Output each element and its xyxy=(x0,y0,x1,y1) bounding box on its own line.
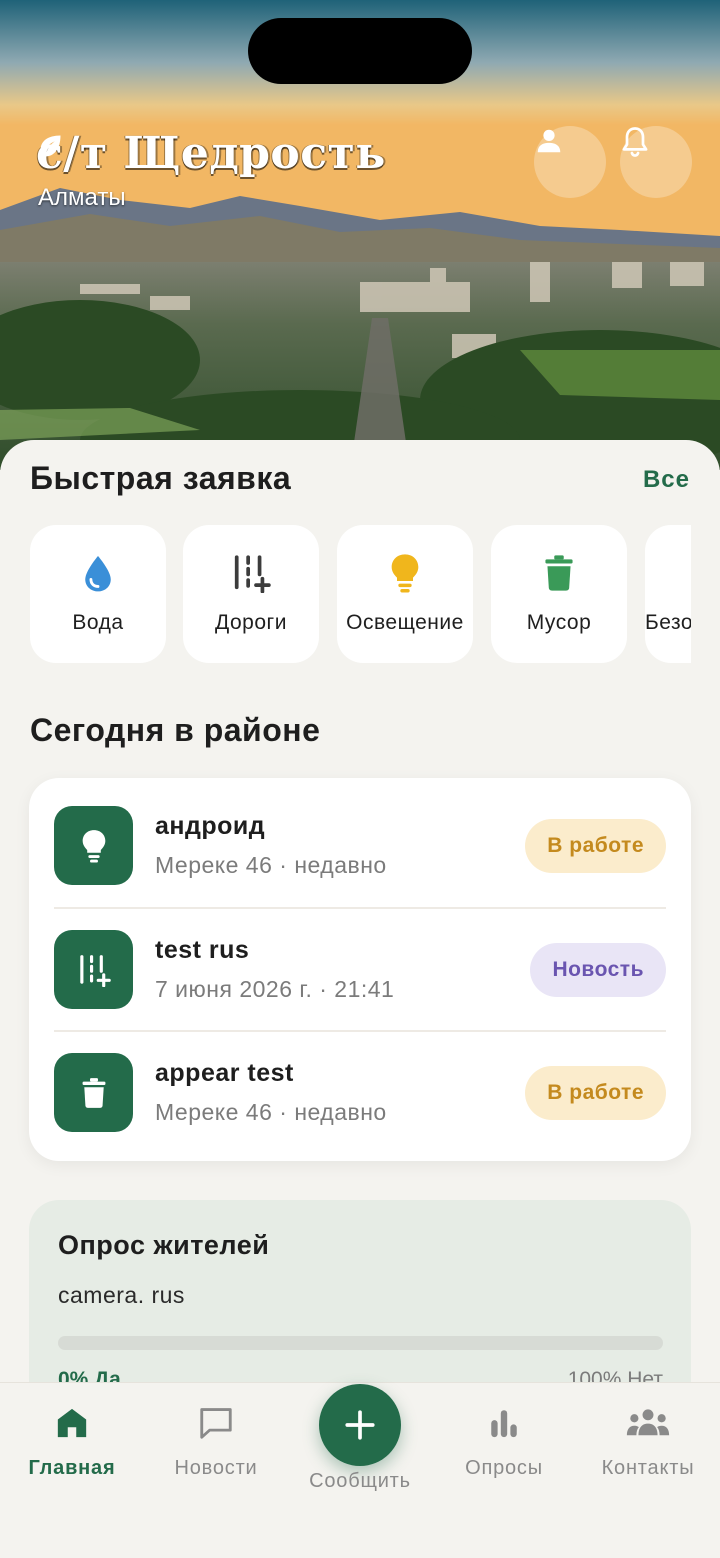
app-brand: с/т Щедрость xyxy=(36,128,386,179)
report-button[interactable] xyxy=(319,1384,401,1466)
list-item[interactable]: test rus 7 июня 2026 г. · 21:41 Новость xyxy=(54,930,666,1010)
plus-icon xyxy=(345,1410,375,1440)
users-group-icon xyxy=(626,1409,670,1436)
tab-home[interactable]: Главная xyxy=(0,1383,144,1503)
quick-card-label: Дороги xyxy=(215,611,287,634)
item-title: test rus xyxy=(155,936,250,964)
item-icon-badge xyxy=(54,806,133,885)
list-item[interactable]: appear test Мереке 46 · недавно В работе xyxy=(54,1053,666,1133)
trash-icon xyxy=(545,555,573,591)
tab-label: Опросы xyxy=(465,1457,543,1479)
tab-label: Новости xyxy=(174,1457,258,1479)
item-icon-badge xyxy=(54,930,133,1009)
item-subtitle: Мереке 46 · недавно xyxy=(155,1099,387,1125)
see-all-link[interactable]: Все xyxy=(643,466,690,494)
tab-label: Главная xyxy=(28,1457,116,1479)
brand-title: с/т Щедрость xyxy=(36,128,386,179)
profile-button[interactable] xyxy=(534,126,606,198)
user-icon xyxy=(537,129,561,153)
divider xyxy=(54,1030,666,1032)
chat-bubble-icon xyxy=(200,1408,232,1439)
status-badge: В работе xyxy=(525,1066,666,1120)
poll-progress-bar xyxy=(58,1336,663,1350)
tab-polls[interactable]: Опросы xyxy=(432,1383,576,1503)
quick-card-label: Вода xyxy=(72,611,124,634)
trash-icon xyxy=(82,1077,105,1108)
status-badge: В работе xyxy=(525,819,666,873)
item-title: appear test xyxy=(155,1059,294,1087)
list-item[interactable]: андроид Мереке 46 · недавно В работе xyxy=(54,806,666,886)
city-label: Алматы xyxy=(38,184,126,211)
quick-card-water[interactable]: Вода xyxy=(30,525,166,663)
item-subtitle: Мереке 46 · недавно xyxy=(155,852,387,878)
divider xyxy=(54,907,666,909)
lightbulb-icon xyxy=(391,554,419,593)
quick-card-label: Безо xyxy=(645,611,691,635)
bar-chart-icon xyxy=(491,1410,517,1438)
notifications-button[interactable] xyxy=(620,126,692,198)
item-icon-badge xyxy=(54,1053,133,1132)
item-title: андроид xyxy=(155,812,266,840)
report-label: Сообщить xyxy=(309,1470,411,1492)
tab-news[interactable]: Новости xyxy=(144,1383,288,1503)
poll-title: Опрос жителей xyxy=(58,1230,270,1260)
quick-card-label: Мусор xyxy=(526,611,592,634)
status-badge: Новость xyxy=(530,943,666,997)
lightbulb-icon xyxy=(82,829,105,863)
today-title: Сегодня в районе xyxy=(30,712,321,748)
quick-request-row[interactable]: Вода Дороги Освещение Мусор Безо xyxy=(30,525,691,665)
quick-card-label: Освещение xyxy=(346,611,464,634)
road-icon xyxy=(79,954,111,987)
dynamic-island xyxy=(248,18,472,84)
leaf-icon xyxy=(40,135,61,157)
quick-card-lighting[interactable]: Освещение xyxy=(337,525,473,663)
water-drop-icon xyxy=(85,556,111,592)
hero-banner: с/т Щедрость Алматы xyxy=(0,0,720,470)
tab-contacts[interactable]: Контакты xyxy=(576,1383,720,1503)
quick-card-security[interactable]: Безо xyxy=(645,525,691,663)
bell-icon xyxy=(622,127,648,157)
home-icon xyxy=(57,1408,87,1438)
today-list-card: андроид Мереке 46 · недавно В работе tes… xyxy=(29,778,691,1161)
quick-card-roads[interactable]: Дороги xyxy=(183,525,319,663)
quick-request-title: Быстрая заявка xyxy=(30,460,292,496)
poll-question: camera. rus xyxy=(58,1282,185,1308)
quick-card-label-text: Безо xyxy=(645,611,691,634)
quick-card-trash[interactable]: Мусор xyxy=(491,525,627,663)
tab-label: Контакты xyxy=(601,1457,695,1479)
item-subtitle: 7 июня 2026 г. · 21:41 xyxy=(155,976,395,1002)
road-icon xyxy=(234,555,271,593)
